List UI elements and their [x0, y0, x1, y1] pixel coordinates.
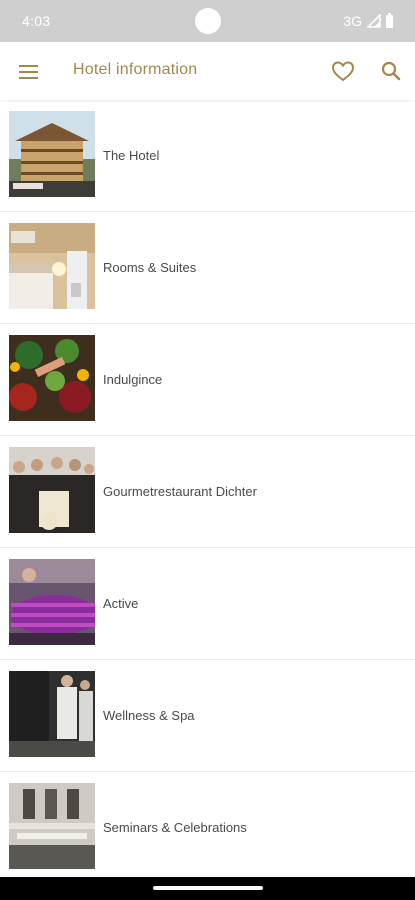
restaurant-team-image: [9, 447, 95, 533]
status-time: 4:03: [22, 13, 51, 29]
menu-button[interactable]: [12, 54, 46, 88]
list-item-label: Active: [103, 596, 139, 611]
list-item-label: Indulgince: [103, 372, 163, 387]
list-item-rooms-suites[interactable]: Rooms & Suites: [0, 212, 415, 324]
seminar-room-image: [9, 783, 95, 869]
list-item-active[interactable]: Active: [0, 548, 415, 660]
list-item-label: Seminars & Celebrations: [103, 820, 247, 835]
network-type: 3G: [343, 13, 362, 29]
system-navigation-bar: [0, 877, 415, 900]
home-gesture-handle[interactable]: [153, 886, 263, 890]
favorites-button[interactable]: [328, 56, 358, 86]
search-icon: [381, 61, 401, 81]
signal-icon: [367, 14, 381, 28]
spa-guests-image: [9, 671, 95, 757]
hotel-info-list: The Hotel Rooms & Suites Indulgince Gour…: [0, 100, 415, 884]
search-button[interactable]: [376, 56, 406, 86]
list-item-label: Wellness & Spa: [103, 708, 195, 723]
page-title: Hotel information: [73, 61, 198, 78]
list-item-the-hotel[interactable]: The Hotel: [0, 100, 415, 212]
list-item-label: The Hotel: [103, 148, 160, 163]
list-item-wellness-spa[interactable]: Wellness & Spa: [0, 660, 415, 772]
list-item-gourmetrestaurant[interactable]: Gourmetrestaurant Dichter: [0, 436, 415, 548]
battery-icon: [386, 12, 393, 28]
hotel-building-image: [9, 111, 95, 197]
list-item-label: Rooms & Suites: [103, 260, 197, 275]
list-item-label: Gourmetrestaurant Dichter: [103, 484, 257, 499]
hamburger-menu-icon: [19, 65, 38, 67]
hotel-room-image: [9, 223, 95, 309]
camera-cutout: [195, 8, 221, 34]
food-dish-image: [9, 335, 95, 421]
status-bar: 4:03 3G: [0, 0, 415, 42]
status-indicators: 3G: [343, 12, 393, 30]
heart-icon: [331, 61, 355, 82]
yoga-mats-image: [9, 559, 95, 645]
app-bar: Hotel information: [0, 42, 415, 100]
list-item-indulgence[interactable]: Indulgince: [0, 324, 415, 436]
list-item-seminars[interactable]: Seminars & Celebrations: [0, 772, 415, 884]
